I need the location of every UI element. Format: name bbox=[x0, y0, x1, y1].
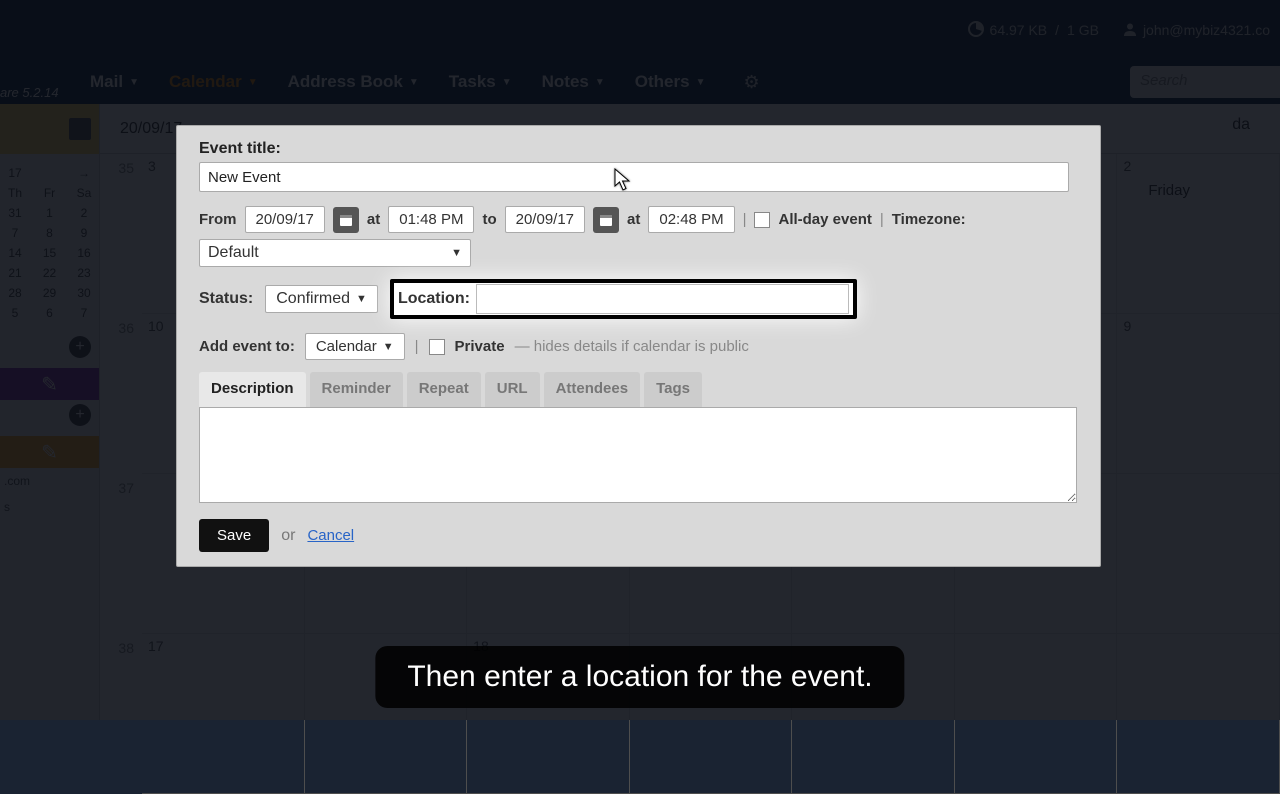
separator: | bbox=[743, 211, 747, 228]
status-value: Confirmed bbox=[276, 290, 350, 308]
addto-label: Add event to: bbox=[199, 338, 295, 355]
button-row: Save or Cancel bbox=[199, 519, 1086, 552]
tutorial-caption: Then enter a location for the event. bbox=[375, 646, 904, 708]
calendar-picker-icon[interactable] bbox=[333, 207, 359, 233]
calendar-picker-icon[interactable] bbox=[593, 207, 619, 233]
at-label: at bbox=[367, 211, 380, 228]
separator: | bbox=[415, 338, 419, 355]
to-label: to bbox=[482, 211, 496, 228]
location-input[interactable] bbox=[476, 284, 849, 314]
status-select[interactable]: Confirmed ▼ bbox=[265, 285, 378, 313]
time-row: From 20/09/17 at 01:48 PM to 20/09/17 at… bbox=[199, 206, 1086, 233]
status-row: Status: Confirmed ▼ Location: bbox=[199, 279, 1086, 319]
from-label: From bbox=[199, 211, 237, 228]
addto-row: Add event to: Calendar ▼ | Private — hid… bbox=[199, 333, 1086, 360]
timezone-value: Default bbox=[208, 244, 259, 262]
separator: | bbox=[880, 211, 884, 228]
tabs: Description Reminder Repeat URL Attendee… bbox=[199, 372, 1086, 407]
allday-checkbox[interactable] bbox=[754, 212, 770, 228]
tab-repeat[interactable]: Repeat bbox=[407, 372, 481, 407]
tab-description[interactable]: Description bbox=[199, 372, 306, 407]
from-time-input[interactable]: 01:48 PM bbox=[388, 206, 474, 233]
tab-tags[interactable]: Tags bbox=[644, 372, 702, 407]
private-checkbox[interactable] bbox=[429, 339, 445, 355]
to-time-input[interactable]: 02:48 PM bbox=[648, 206, 734, 233]
or-text: or bbox=[281, 527, 295, 545]
tab-url[interactable]: URL bbox=[485, 372, 540, 407]
status-label: Status: bbox=[199, 290, 253, 308]
dropdown-icon: ▼ bbox=[451, 247, 462, 259]
allday-label: All-day event bbox=[778, 211, 871, 228]
timezone-label: Timezone: bbox=[892, 211, 966, 228]
description-textarea[interactable] bbox=[199, 407, 1077, 503]
location-label: Location: bbox=[394, 290, 474, 308]
from-date-input[interactable]: 20/09/17 bbox=[245, 206, 325, 233]
private-label: Private bbox=[455, 338, 505, 355]
tab-attendees[interactable]: Attendees bbox=[544, 372, 641, 407]
dropdown-icon: ▼ bbox=[356, 293, 367, 305]
save-button[interactable]: Save bbox=[199, 519, 269, 552]
addto-select[interactable]: Calendar ▼ bbox=[305, 333, 405, 360]
timezone-select[interactable]: Default ▼ bbox=[199, 239, 471, 267]
event-title-label: Event title: bbox=[199, 140, 281, 157]
tab-reminder[interactable]: Reminder bbox=[310, 372, 403, 407]
event-dialog: Event title: New Event From 20/09/17 at … bbox=[176, 125, 1101, 567]
location-field-highlight: Location: bbox=[390, 279, 857, 319]
dropdown-icon: ▼ bbox=[383, 341, 394, 353]
addto-value: Calendar bbox=[316, 338, 377, 355]
private-hint: — hides details if calendar is public bbox=[515, 338, 749, 355]
to-date-input[interactable]: 20/09/17 bbox=[505, 206, 585, 233]
event-title-input[interactable]: New Event bbox=[199, 162, 1069, 192]
at-label: at bbox=[627, 211, 640, 228]
cancel-link[interactable]: Cancel bbox=[307, 527, 354, 544]
